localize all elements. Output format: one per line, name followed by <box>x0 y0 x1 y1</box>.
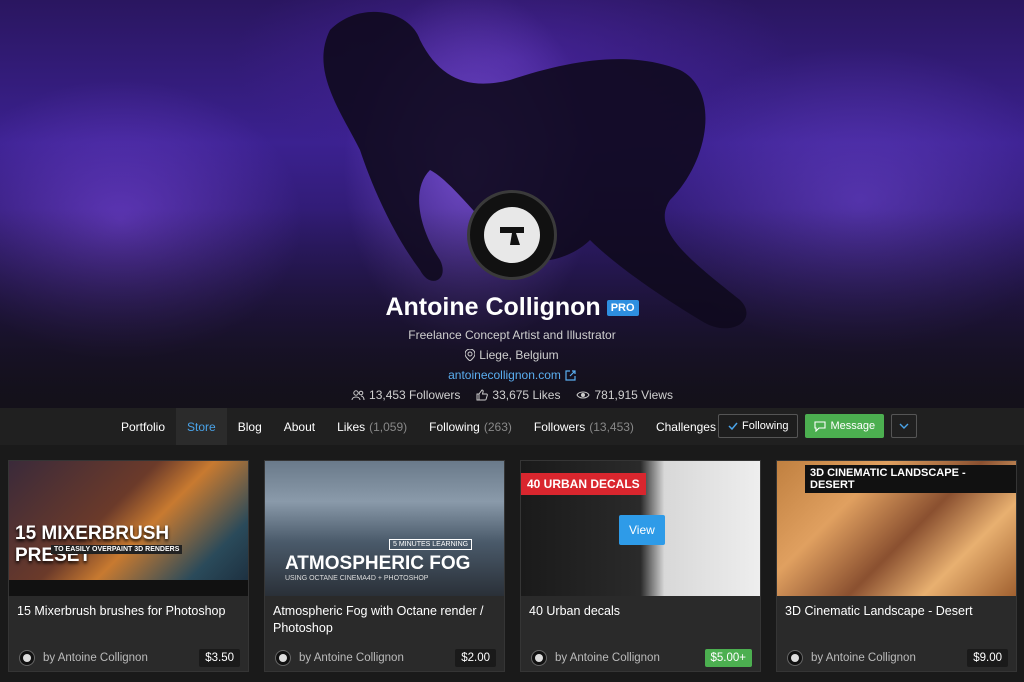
store-products: 15 MIXERBRUSH PRESET TO EASILY OVERPAINT… <box>8 460 1017 672</box>
profile-location: Liege, Belgium <box>0 348 1024 362</box>
view-button[interactable]: View <box>619 515 665 545</box>
product-price[interactable]: $3.50 <box>199 649 240 667</box>
product-author[interactable]: by Antoine Collignon <box>275 650 404 666</box>
tab-portfolio[interactable]: Portfolio <box>110 408 176 445</box>
profile-name: Antoine Collignon <box>385 293 601 321</box>
chat-icon <box>814 420 827 432</box>
message-button[interactable]: Message <box>805 414 885 438</box>
views-stat: 781,915 Views <box>576 388 673 402</box>
eye-icon <box>576 391 591 399</box>
product-thumbnail[interactable]: 15 MIXERBRUSH PRESET TO EASILY OVERPAINT… <box>9 461 248 596</box>
tab-store[interactable]: Store <box>176 408 227 445</box>
users-icon <box>351 390 365 400</box>
thumbs-up-icon <box>476 389 489 401</box>
product-author[interactable]: by Antoine Collignon <box>787 650 916 666</box>
tab-followers[interactable]: Followers (13,453) <box>523 408 645 445</box>
thumb-subtitle: TO EASILY OVERPAINT 3D RENDERS <box>51 545 183 554</box>
website-link[interactable]: antoinecollignon.com <box>0 368 1024 382</box>
product-card[interactable]: 5 MINUTES LEARNING ATMOSPHERIC FOG USING… <box>264 460 505 672</box>
profile-stats: 13,453 Followers 33,675 Likes 781,915 Vi… <box>0 388 1024 402</box>
avatar[interactable] <box>467 190 557 280</box>
product-price[interactable]: $2.00 <box>455 649 496 667</box>
profile-nav: Portfolio Store Blog About Likes (1,059) … <box>0 408 1024 445</box>
author-avatar <box>19 650 35 666</box>
thumb-title: 3D CINEMATIC LANDSCAPE - DESERT <box>805 465 1016 493</box>
location-pin-icon <box>465 349 476 361</box>
followers-stat: 13,453 Followers <box>351 388 460 402</box>
product-price[interactable]: $9.00 <box>967 649 1008 667</box>
product-title[interactable]: 40 Urban decals <box>521 596 760 646</box>
external-link-icon <box>565 369 576 381</box>
profile-cover: Antoine Collignon PRO Freelance Concept … <box>0 0 1024 408</box>
website-text[interactable]: antoinecollignon.com <box>448 368 561 382</box>
profile-info: Antoine Collignon PRO Freelance Concept … <box>0 293 1024 402</box>
more-options-button[interactable] <box>891 414 918 438</box>
author-avatar <box>787 650 803 666</box>
likes-count: (1,059) <box>369 419 408 434</box>
likes-stat: 33,675 Likes <box>476 388 560 402</box>
product-card[interactable]: 15 MIXERBRUSH PRESET TO EASILY OVERPAINT… <box>8 460 249 672</box>
product-title[interactable]: 15 Mixerbrush brushes for Photoshop <box>9 596 248 646</box>
tab-following[interactable]: Following (263) <box>418 408 523 445</box>
profile-tagline: Freelance Concept Artist and Illustrator <box>408 328 616 342</box>
author-avatar <box>275 650 291 666</box>
product-price[interactable]: $5.00+ <box>704 649 752 667</box>
product-author[interactable]: by Antoine Collignon <box>531 650 660 666</box>
author-avatar <box>531 650 547 666</box>
following-count: (263) <box>483 419 512 434</box>
product-card[interactable]: 3D CINEMATIC LANDSCAPE - DESERT 3D Cinem… <box>776 460 1017 672</box>
location-text: Liege, Belgium <box>479 348 559 362</box>
brush-strip <box>9 580 248 596</box>
product-title[interactable]: 3D Cinematic Landscape - Desert <box>777 596 1016 646</box>
thumb-subtitle: USING OCTANE CINEMA4D + PHOTOSHOP <box>285 575 429 582</box>
product-thumbnail[interactable]: 3D CINEMATIC LANDSCAPE - DESERT <box>777 461 1016 596</box>
thumb-tag: 5 MINUTES LEARNING <box>389 539 473 550</box>
thumb-title: 40 URBAN DECALS <box>521 473 646 495</box>
tab-blog[interactable]: Blog <box>227 408 273 445</box>
product-author[interactable]: by Antoine Collignon <box>19 650 148 666</box>
thumb-title: ATMOSPHERIC FOG <box>285 553 471 574</box>
followers-count: (13,453) <box>589 419 634 434</box>
chevron-down-icon <box>899 423 909 429</box>
product-thumbnail[interactable]: 5 MINUTES LEARNING ATMOSPHERIC FOG USING… <box>265 461 504 596</box>
product-card[interactable]: 40 URBAN DECALS View 40 Urban decals by … <box>520 460 761 672</box>
tab-about[interactable]: About <box>273 408 326 445</box>
tab-challenges[interactable]: Challenges <box>645 408 727 445</box>
product-title[interactable]: Atmospheric Fog with Octane render / Pho… <box>265 596 504 646</box>
avatar-logo-icon <box>484 207 540 263</box>
product-thumbnail[interactable]: 40 URBAN DECALS View <box>521 461 760 596</box>
check-icon <box>728 422 738 430</box>
following-button[interactable]: Following <box>718 414 799 438</box>
tab-likes[interactable]: Likes (1,059) <box>326 408 418 445</box>
pro-badge: PRO <box>606 299 639 316</box>
profile-actions: Following Message <box>718 414 918 438</box>
nav-tabs: Portfolio Store Blog About Likes (1,059) … <box>110 408 727 445</box>
